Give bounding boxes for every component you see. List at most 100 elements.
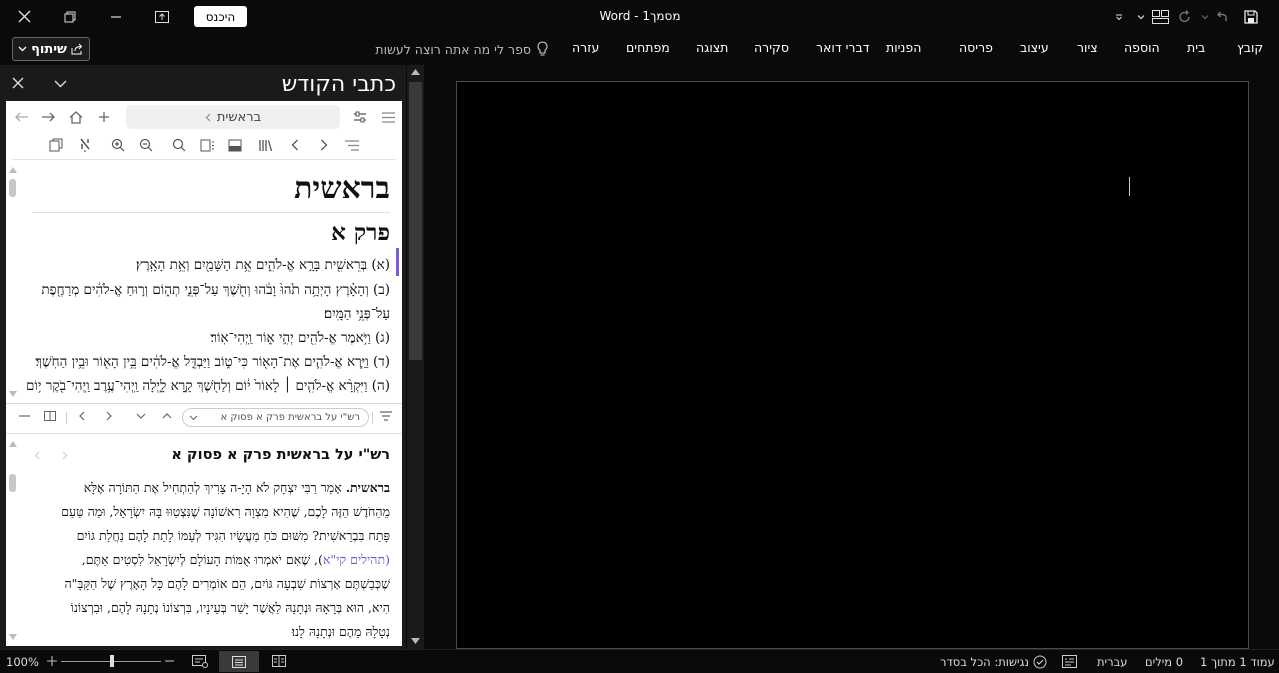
pane-close-button[interactable] (12, 77, 24, 89)
settings-button[interactable] (350, 101, 370, 133)
commentary-title: רש"י על בראשית פרק א פסוק א (171, 447, 390, 463)
plus-icon (47, 656, 57, 666)
zoom-out-button[interactable] (136, 135, 156, 155)
sign-in-button[interactable]: היכנס (194, 6, 247, 27)
zoom-out-button[interactable] (165, 660, 174, 662)
menu-icon (381, 111, 395, 123)
track-changes-button[interactable] (1062, 655, 1077, 668)
breadcrumb[interactable]: בראשית (126, 105, 340, 129)
layout-toggle-button[interactable] (225, 135, 245, 155)
close-window-button[interactable] (10, 0, 38, 33)
word-count[interactable]: 0 מילים (1145, 655, 1183, 669)
page-number[interactable]: עמוד 1 מתוך 1 (1200, 655, 1275, 669)
insert-to-word-button[interactable] (46, 135, 66, 155)
nav-forward-button[interactable] (38, 101, 58, 133)
nav-back-button[interactable] (12, 101, 32, 133)
library-button[interactable] (255, 135, 275, 155)
customize-qat-button[interactable] (1112, 0, 1126, 33)
commentary-line-2: מֵהַחֹדֶשׁ הַזֶּה לָכֶם, שֶׁהִיא מִצְוָה… (61, 504, 390, 519)
tab-design[interactable]: עיצוב (1020, 40, 1049, 55)
scroll-down-commentary-button[interactable] (133, 408, 149, 424)
commentary-scrollbar-thumb[interactable] (9, 474, 16, 492)
undo-dropdown-button[interactable] (1198, 0, 1212, 33)
minimize-window-button[interactable] (102, 0, 130, 33)
scroll-up-arrow[interactable] (411, 69, 420, 75)
verse-4[interactable]: (ד) וַיַּ֧רְא אֱ-לֹהִ֛ים אֶת־הָא֖וֹר כִּ… (35, 354, 390, 370)
undo-button[interactable] (1212, 0, 1234, 33)
new-tab-button[interactable] (94, 101, 114, 133)
repeat-button[interactable] (1176, 0, 1194, 33)
scrollbar-thumb[interactable] (9, 179, 16, 197)
zoom-in-button[interactable] (47, 656, 57, 666)
tab-mailings[interactable]: דברי דואר (816, 40, 870, 55)
layout-dropdown-button[interactable] (1136, 0, 1146, 33)
tab-help[interactable]: עזרה (572, 40, 599, 55)
restore-window-button[interactable] (56, 0, 84, 33)
zoom-level[interactable]: 100% (6, 655, 39, 669)
next-commentary-button[interactable] (101, 408, 117, 424)
commentary-link-psalms[interactable]: (תהילים קי"א (323, 552, 390, 567)
tab-home[interactable]: בית (1187, 40, 1205, 55)
table-of-contents-button[interactable] (342, 135, 362, 155)
scroll-up-arrow[interactable] (9, 167, 17, 175)
document-scrollbar[interactable] (407, 65, 424, 649)
chevron-down-icon (189, 415, 198, 421)
commentary-scroll-down-arrow[interactable] (9, 634, 17, 640)
nav-home-button[interactable] (66, 101, 86, 133)
tab-developer[interactable]: מפתחים (626, 40, 670, 55)
save-button[interactable] (1240, 0, 1262, 33)
split-commentary-button[interactable] (42, 408, 58, 424)
layout-button[interactable] (1150, 0, 1170, 33)
tab-file[interactable]: קובץ (1237, 40, 1263, 55)
commentary-selector[interactable]: רש"י על בראשית פרק א פסוק א (182, 408, 369, 427)
divider (6, 433, 402, 434)
verse-2[interactable]: (ב) וְהָאָ֗רֶץ הָיְתָ֥ה תֹ֙הוּ֙ וָבֹ֔הוּ… (41, 282, 390, 298)
previous-commentary-button[interactable] (74, 408, 90, 424)
commentary-prev-arrow[interactable] (34, 451, 40, 460)
verse-2-continued[interactable]: עַל־פְּנֵ֥י הַמָּֽיִם׃ (324, 306, 390, 322)
web-layout-button[interactable] (272, 655, 286, 667)
tab-insert[interactable]: הוספה (1124, 40, 1160, 55)
previous-chapter-button[interactable] (285, 135, 305, 155)
scrollbar-thumb[interactable] (409, 82, 422, 360)
next-chapter-button[interactable] (314, 135, 334, 155)
accessibility-status[interactable]: נגישות: הכל בסדר (940, 655, 1047, 669)
chevron-left-icon (205, 113, 211, 121)
nikud-toggle-button[interactable] (75, 135, 95, 155)
zoom-in-button[interactable] (108, 135, 128, 155)
minimize-icon (111, 15, 121, 18)
tab-references[interactable]: הפניות (886, 40, 921, 55)
verse-5[interactable]: (ה) וַיִּקְרָ֨א אֱ-לֹהִ֤ים ׀ לָאוֹר֙ י֔ו… (26, 378, 390, 394)
breadcrumb-book[interactable]: בראשית (217, 110, 261, 125)
ribbon-display-options-button[interactable] (148, 0, 176, 33)
tell-me-search[interactable]: ספר לי מה אתה רוצה לעשות (360, 40, 548, 58)
language-status[interactable]: עברית (1097, 655, 1127, 669)
verse-1[interactable]: (א) בְּרֵאשִׁ֖ית בָּרָ֣א אֱ-לֹהִ֑ים אֵ֥ת… (136, 257, 390, 273)
scroll-down-arrow[interactable] (411, 638, 420, 644)
track-changes-icon (1062, 655, 1077, 668)
scroll-up-commentary-button[interactable] (159, 408, 175, 424)
focus-mode-button[interactable] (192, 655, 208, 668)
split-view-button[interactable] (197, 135, 217, 155)
minimize-commentary-button[interactable] (16, 408, 32, 424)
divider (12, 159, 396, 160)
commentary-scroll-up-arrow[interactable] (9, 441, 17, 447)
splitter[interactable] (6, 403, 402, 404)
verse-3[interactable]: (ג) וַיֹּ֥אמֶר אֱ-לֹהִ֖ים יְהִ֣י א֑וֹר ו… (210, 330, 390, 346)
tab-draw[interactable]: ציור (1077, 40, 1098, 55)
commentary-next-arrow[interactable] (62, 451, 68, 460)
scroll-down-arrow[interactable] (9, 391, 17, 399)
tab-review[interactable]: סקירה (754, 40, 789, 55)
print-layout-icon (232, 655, 246, 668)
search-button[interactable] (169, 135, 189, 155)
commentary-filter-button[interactable] (378, 408, 394, 424)
pane-options-button[interactable] (54, 80, 67, 88)
document-page[interactable] (456, 81, 1249, 649)
zoom-slider-thumb[interactable] (110, 655, 114, 667)
tab-view[interactable]: תצוגה (696, 40, 728, 55)
share-button[interactable]: שיתוף (12, 37, 90, 61)
print-layout-button[interactable] (219, 651, 259, 672)
tab-layout[interactable]: פריסה (959, 40, 993, 55)
menu-button[interactable] (378, 101, 398, 133)
chevron-up-icon (162, 413, 172, 419)
